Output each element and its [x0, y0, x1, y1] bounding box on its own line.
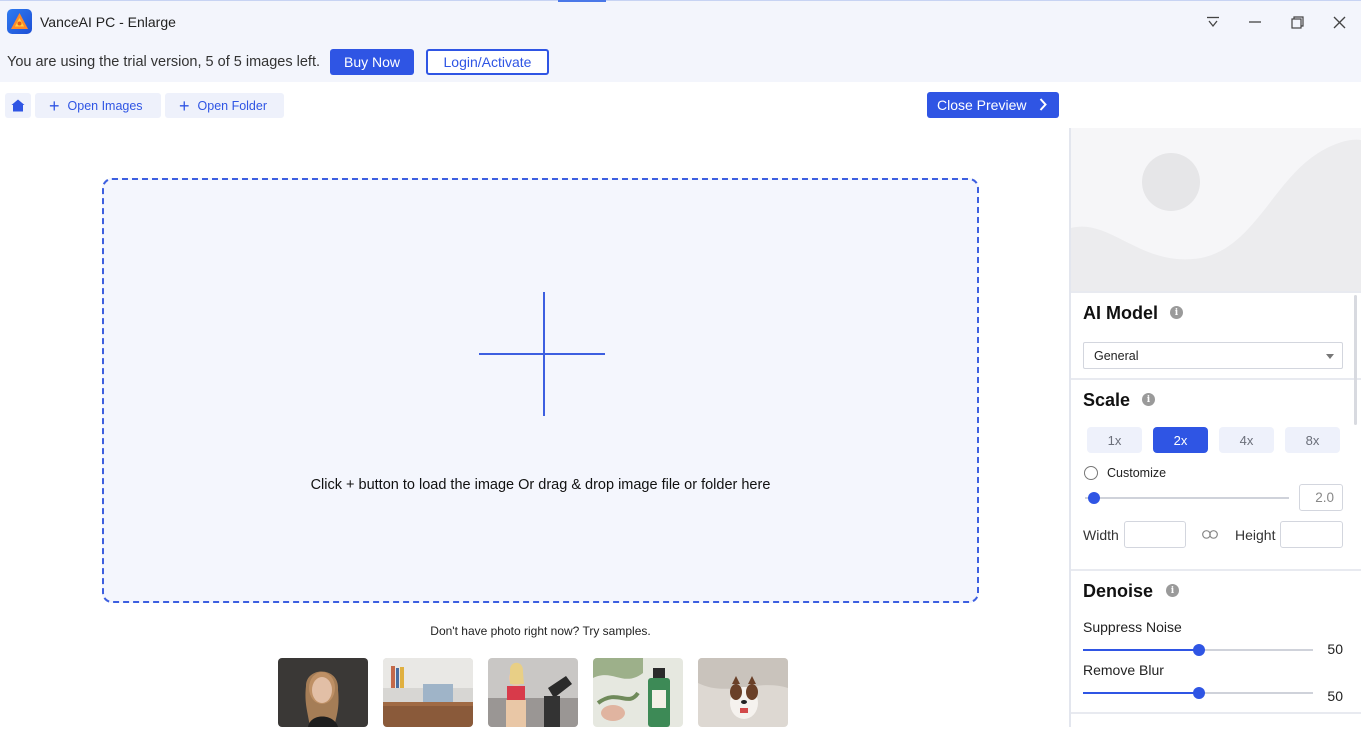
width-label: Width	[1083, 527, 1119, 543]
height-input[interactable]	[1280, 521, 1343, 548]
open-images-label: Open Images	[67, 98, 143, 113]
remove-blur-value: 50	[1327, 688, 1343, 704]
sample-thumbnail-cosmetics[interactable]	[593, 658, 683, 727]
scale-option-2x[interactable]: 2x	[1153, 427, 1208, 453]
preview-placeholder-image	[1071, 128, 1361, 291]
chevron-right-icon	[1039, 98, 1047, 111]
scale-title: Scale	[1083, 390, 1131, 410]
suppress-noise-label: Suppress Noise	[1083, 619, 1182, 635]
chevron-down-icon	[1326, 354, 1334, 359]
suppress-noise-value: 50	[1327, 641, 1343, 657]
restore-icon[interactable]	[1286, 11, 1308, 33]
denoise-section: Denoise i Suppress Noise 50 Remove Blur …	[1071, 569, 1361, 729]
ai-model-select[interactable]: General	[1083, 342, 1343, 369]
denoise-title: Denoise	[1083, 581, 1154, 601]
custom-scale-value[interactable]: 2.0	[1299, 484, 1343, 511]
minimize-icon[interactable]	[1244, 11, 1266, 33]
open-folder-button[interactable]: + Open Folder	[165, 93, 284, 118]
home-icon	[11, 99, 25, 112]
suppress-noise-slider-knob[interactable]	[1193, 644, 1205, 656]
sample-thumbnail-portrait[interactable]	[278, 658, 368, 727]
trial-bar: You are using the trial version, 5 of 5 …	[0, 42, 1361, 82]
login-activate-button[interactable]: Login/Activate	[426, 49, 549, 75]
panel-scrollbar[interactable]	[1354, 295, 1357, 425]
settings-panel: AI Model i General Scale i 1x 2x 4x 8x C…	[1069, 128, 1361, 727]
add-image-plus-icon-bar[interactable]	[479, 353, 605, 355]
scale-option-1x[interactable]: 1x	[1087, 427, 1142, 453]
title-accent-line	[558, 0, 606, 2]
info-icon[interactable]: i	[1170, 306, 1183, 319]
app-logo-icon	[7, 9, 32, 34]
plus-icon: +	[179, 95, 190, 116]
ai-model-section: AI Model i General	[1071, 291, 1361, 378]
scale-section: Scale i 1x 2x 4x 8x Customize 2.0 Width …	[1071, 378, 1361, 569]
close-window-icon[interactable]	[1328, 11, 1350, 33]
suppress-noise-slider-fill	[1083, 649, 1198, 651]
close-preview-label: Close Preview	[937, 97, 1027, 113]
open-images-button[interactable]: + Open Images	[35, 93, 161, 118]
home-button[interactable]	[5, 93, 31, 118]
width-input[interactable]	[1124, 521, 1186, 548]
remove-blur-slider-fill	[1083, 692, 1198, 694]
height-label: Height	[1235, 527, 1276, 543]
custom-scale-slider-track[interactable]	[1085, 497, 1289, 499]
customize-label: Customize	[1107, 466, 1167, 480]
scale-option-4x[interactable]: 4x	[1219, 427, 1274, 453]
image-drop-zone[interactable]: Click + button to load the image Or drag…	[102, 178, 979, 603]
link-icon[interactable]	[1202, 530, 1218, 539]
open-folder-label: Open Folder	[197, 98, 267, 113]
plus-icon: +	[49, 95, 60, 116]
remove-blur-label: Remove Blur	[1083, 662, 1164, 678]
close-preview-button[interactable]: Close Preview	[927, 92, 1059, 118]
info-icon[interactable]: i	[1142, 393, 1155, 406]
menu-dropdown-icon[interactable]	[1202, 11, 1224, 33]
ai-model-selected: General	[1094, 348, 1139, 363]
ai-model-title: AI Model	[1083, 303, 1158, 323]
info-icon[interactable]: i	[1166, 584, 1179, 597]
sample-thumbnail-desk[interactable]	[383, 658, 473, 727]
samples-hint: Don't have photo right now? Try samples.	[430, 624, 651, 638]
scale-option-8x[interactable]: 8x	[1285, 427, 1340, 453]
app-title: VanceAI PC - Enlarge	[40, 14, 176, 30]
trial-message: You are using the trial version, 5 of 5 …	[7, 54, 321, 70]
buy-now-button[interactable]: Buy Now	[330, 49, 414, 75]
remove-blur-slider-knob[interactable]	[1193, 687, 1205, 699]
title-bar: VanceAI PC - Enlarge	[0, 0, 1361, 42]
drop-hint-text: Click + button to load the image Or drag…	[310, 477, 771, 493]
customize-radio[interactable]	[1084, 466, 1098, 480]
sample-thumbnail-fitness[interactable]	[488, 658, 578, 727]
sample-thumbnail-dog[interactable]	[698, 658, 788, 727]
custom-scale-slider-knob[interactable]	[1088, 492, 1100, 504]
next-section	[1071, 712, 1361, 727]
